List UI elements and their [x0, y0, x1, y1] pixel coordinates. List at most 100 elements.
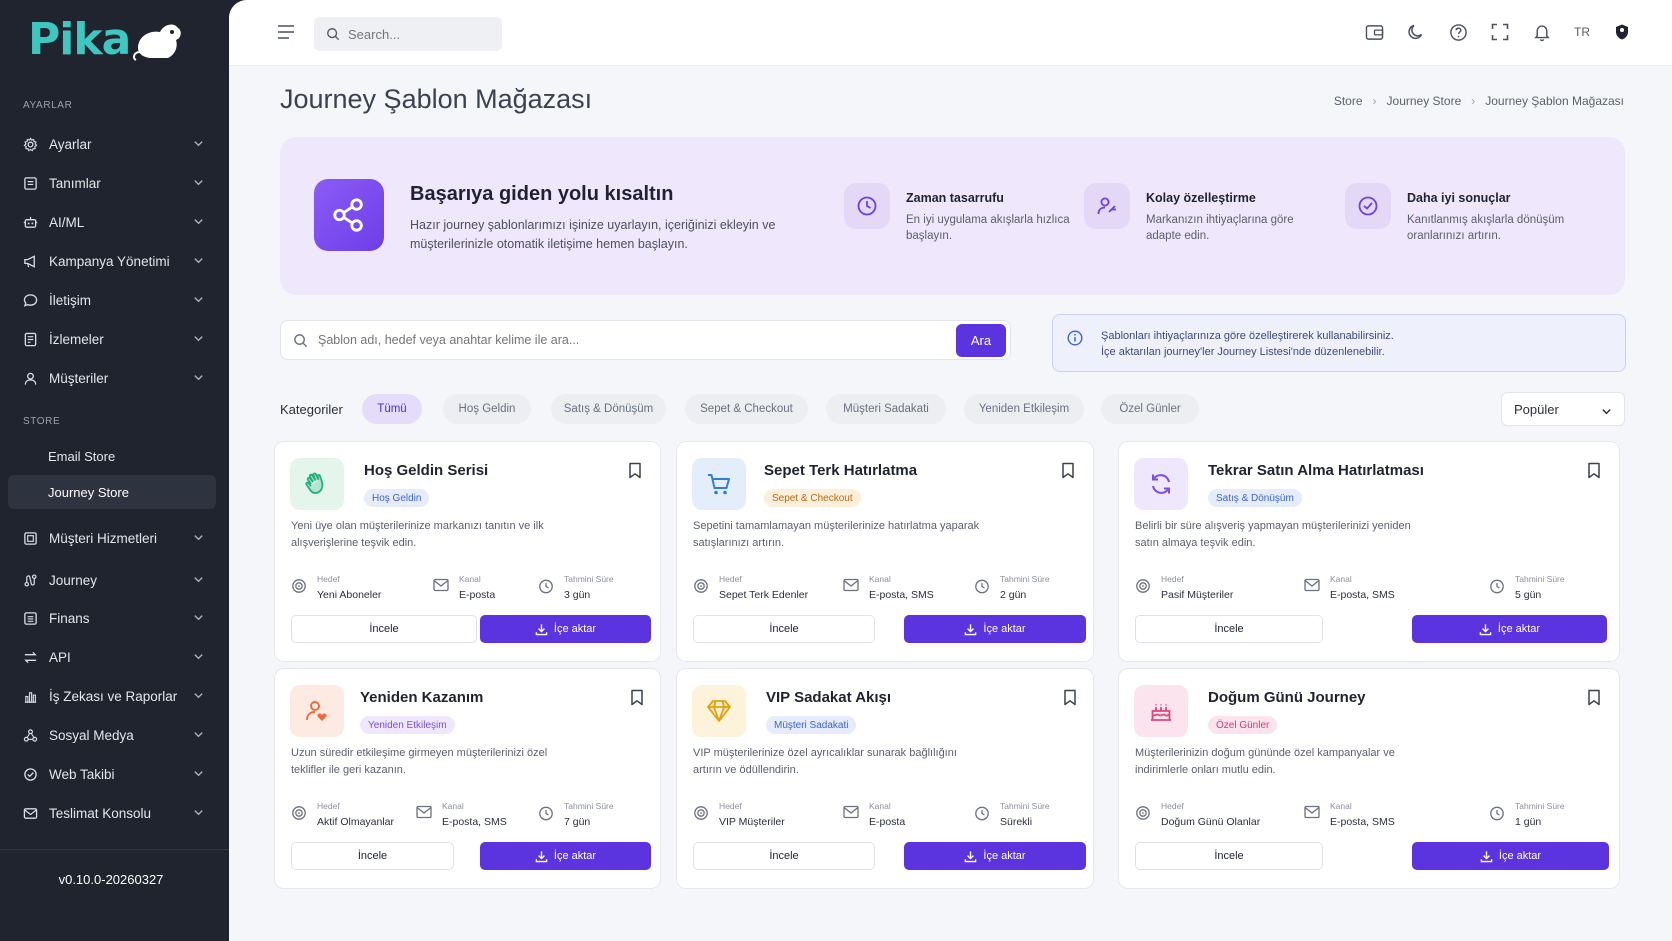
card-title: VIP Sadakat Akışı	[766, 689, 892, 706]
review-button[interactable]: İncele	[291, 842, 454, 870]
sidebar-item-journey[interactable]: Journey	[8, 563, 216, 597]
template-card[interactable]: Hoş Geldin Serisi Hoş Geldin Yeni üye ol…	[274, 441, 661, 662]
breadcrumb-separator: ›	[1471, 94, 1476, 108]
bookmark-icon[interactable]	[1587, 462, 1601, 479]
category-chip-reengagement[interactable]: Yeniden Etkileşim	[964, 394, 1084, 424]
breadcrumb-item[interactable]: Store	[1334, 94, 1363, 108]
info-icon	[1067, 330, 1083, 346]
sidebar-item-settings[interactable]: Ayarlar	[8, 127, 216, 161]
wallet-icon[interactable]	[1364, 22, 1384, 42]
sort-select[interactable]: Popüler	[1501, 392, 1625, 426]
timer-icon	[539, 806, 553, 821]
meta-value: E-posta, SMS	[869, 589, 934, 601]
search-button[interactable]: Ara	[956, 324, 1006, 357]
sidebar-item-label: İletişim	[49, 292, 92, 308]
category-chip-loyalty[interactable]: Müşteri Sadakati	[826, 394, 946, 424]
import-button[interactable]: İçe aktar	[480, 842, 651, 870]
feature-description: Markanızın ihtiyaçlarına göre adapte edi…	[1146, 214, 1294, 242]
sidebar-item-api[interactable]: API	[8, 640, 216, 674]
sidebar-item-web-tracking[interactable]: Web Takibi	[8, 757, 216, 791]
import-button[interactable]: İçe aktar	[904, 842, 1086, 870]
bookmark-icon[interactable]	[1587, 689, 1601, 706]
meta-value: Sürekli	[1000, 816, 1033, 828]
sidebar-item-communication[interactable]: İletişim	[8, 283, 216, 317]
breadcrumb-separator: ›	[1372, 94, 1377, 108]
top-search-input[interactable]	[348, 26, 488, 42]
main-content: TR Journey Şablon Mağazası Store › Journ…	[229, 0, 1672, 941]
menu-icon[interactable]	[277, 24, 295, 40]
logo[interactable]: Pika	[28, 14, 184, 65]
category-chip-sales[interactable]: Satış & Dönüşüm	[551, 394, 666, 424]
review-button[interactable]: İncele	[693, 615, 875, 643]
topbar: TR	[229, 0, 1672, 66]
sidebar-item-journey-store[interactable]: Journey Store	[8, 475, 216, 509]
sidebar-item-customers[interactable]: Müşteriler	[8, 361, 216, 395]
cart-icon	[692, 458, 746, 510]
review-button[interactable]: İncele	[291, 615, 477, 643]
sidebar-item-definitions[interactable]: Tanımlar	[8, 166, 216, 200]
help-icon[interactable]	[1448, 22, 1468, 42]
sidebar-item-tracking[interactable]: İzlemeler	[8, 322, 216, 356]
import-button[interactable]: İçe aktar	[1412, 842, 1609, 870]
import-button[interactable]: İçe aktar	[480, 615, 651, 643]
chevron-down-icon	[194, 732, 203, 738]
sidebar-item-campaign[interactable]: Kampanya Yönetimi	[8, 244, 216, 278]
sidebar-item-email-store[interactable]: Email Store	[8, 439, 216, 473]
chevron-down-icon	[194, 615, 203, 621]
sidebar-item-delivery-console[interactable]: Teslimat Konsolu	[8, 796, 216, 830]
chevron-down-icon	[194, 336, 203, 342]
top-search[interactable]	[314, 17, 502, 51]
category-chip-cart[interactable]: Sepet & Checkout	[685, 394, 808, 424]
template-card[interactable]: VIP Sadakat Akışı Müşteri Sadakati VIP m…	[676, 668, 1094, 889]
category-chip-all[interactable]: Tümü	[362, 394, 422, 424]
download-icon	[1479, 623, 1492, 635]
breadcrumb: Store › Journey Store › Journey Şablon M…	[1334, 94, 1624, 108]
sidebar-item-bi-reports[interactable]: İş Zekası ve Raporlar	[8, 679, 216, 713]
chevron-down-icon	[1602, 409, 1611, 415]
sidebar-item-aiml[interactable]: AI/ML	[8, 205, 216, 239]
sidebar-item-finance[interactable]: Finans	[8, 601, 216, 635]
sidebar-item-label: Teslimat Konsolu	[49, 805, 152, 821]
meta-label: Kanal	[869, 574, 891, 584]
sidebar-item-label: İzlemeler	[49, 331, 104, 347]
web-icon	[22, 766, 38, 782]
fullscreen-icon[interactable]	[1490, 22, 1510, 42]
sidebar-item-customer-service[interactable]: Müşteri Hizmetleri	[8, 521, 216, 555]
bookmark-icon[interactable]	[630, 689, 644, 706]
bookmark-icon[interactable]	[1063, 689, 1077, 706]
meta-value: Aktif Olmayanlar	[317, 816, 395, 828]
bookmark-icon[interactable]	[1061, 462, 1075, 479]
import-button[interactable]: İçe aktar	[904, 615, 1086, 643]
user-edit-icon	[1084, 183, 1130, 229]
card-title: Doğum Günü Journey	[1208, 689, 1366, 706]
bookmark-icon[interactable]	[628, 462, 642, 479]
feature-description: Kanıtlanmış akışlarla dönüşüm oranlarını…	[1407, 214, 1565, 242]
moon-icon[interactable]	[1406, 22, 1426, 42]
refresh-icon	[1134, 458, 1188, 510]
share-nodes-icon	[314, 179, 384, 251]
import-label: İçe aktar	[983, 850, 1026, 862]
language-switcher[interactable]: TR	[1574, 25, 1590, 39]
timer-icon	[1490, 579, 1504, 594]
category-chip-special-days[interactable]: Özel Günler	[1101, 394, 1199, 424]
target-icon	[1136, 806, 1150, 820]
review-button[interactable]: İncele	[693, 842, 875, 870]
import-button[interactable]: İçe aktar	[1412, 615, 1607, 643]
sidebar-divider	[0, 849, 229, 850]
category-chip-welcome[interactable]: Hoş Geldin	[443, 394, 531, 424]
sidebar-item-social-media[interactable]: Sosyal Medya	[8, 718, 216, 752]
template-card[interactable]: Doğum Günü Journey Özel Günler Müşterile…	[1118, 668, 1620, 889]
meta-value: 7 gün	[564, 816, 591, 828]
bell-icon[interactable]	[1532, 22, 1552, 42]
breadcrumb-item[interactable]: Journey Store	[1387, 94, 1462, 108]
template-card[interactable]: Tekrar Satın Alma Hatırlatması Satış & D…	[1118, 441, 1620, 662]
template-card[interactable]: Yeniden Kazanım Yeniden Etkileşim Uzun s…	[274, 668, 661, 889]
review-button[interactable]: İncele	[1135, 842, 1323, 870]
chevron-down-icon	[194, 141, 203, 147]
meta-label: Kanal	[869, 801, 891, 811]
user-shield-icon[interactable]	[1612, 22, 1632, 42]
template-card[interactable]: Sepet Terk Hatırlatma Sepet & Checkout S…	[676, 441, 1094, 662]
review-button[interactable]: İncele	[1135, 615, 1323, 643]
template-search-input[interactable]	[318, 333, 948, 347]
sidebar-item-label: Kampanya Yönetimi	[49, 253, 170, 269]
